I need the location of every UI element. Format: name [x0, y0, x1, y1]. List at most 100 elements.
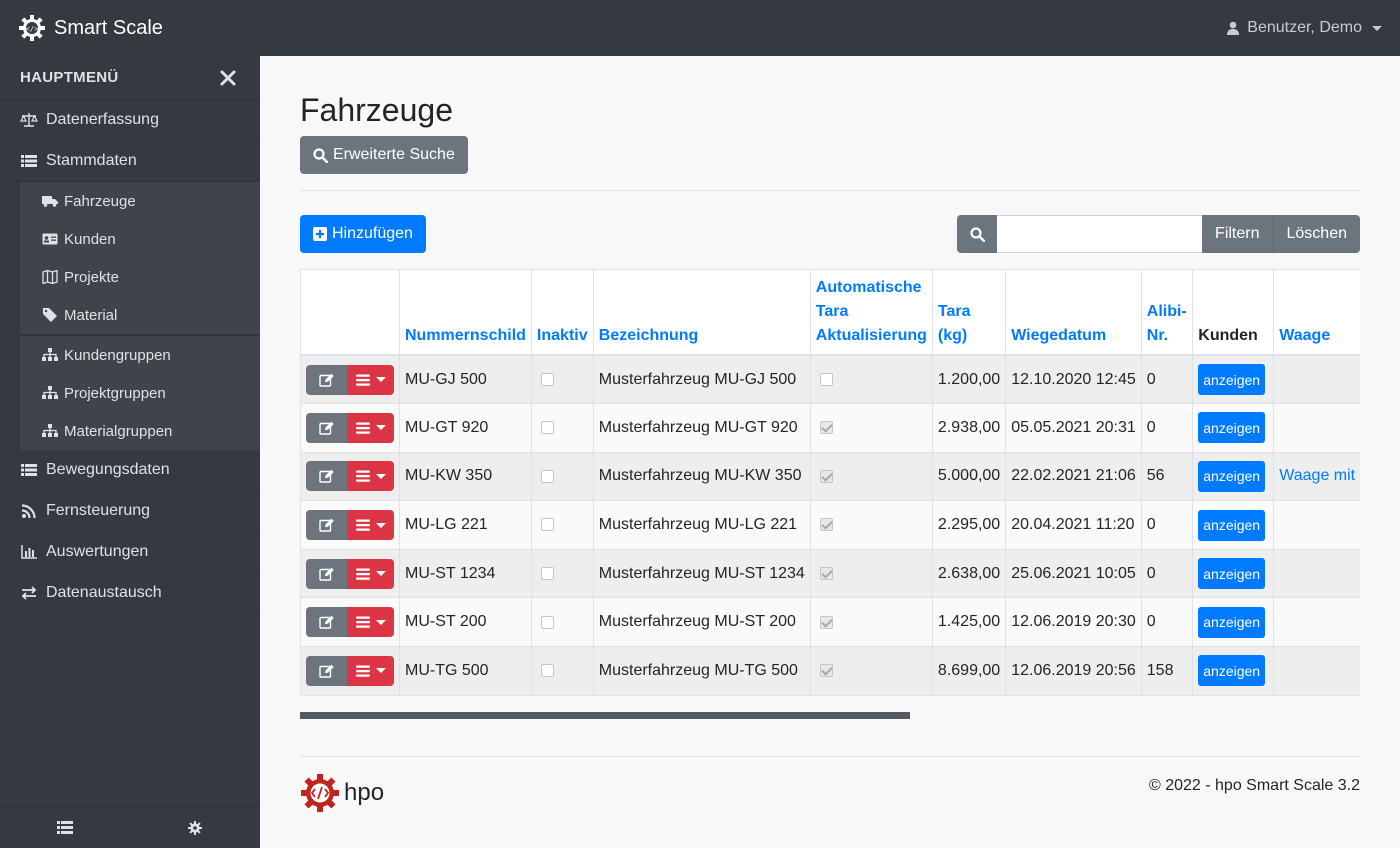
header-auto-tara[interactable]: Automatische Tara Aktualisierung	[809, 269, 933, 356]
clear-button[interactable]: Löschen	[1272, 215, 1360, 253]
bars-icon	[355, 470, 370, 483]
edit-button[interactable]	[306, 461, 347, 492]
map-icon	[42, 270, 58, 284]
header-label: Wiegedatum	[1011, 327, 1107, 344]
user-menu[interactable]: Benutzer, Demo	[1227, 19, 1382, 37]
filter-button[interactable]: Filtern	[1202, 215, 1273, 253]
table-row: MU-GT 920 Musterfahrzeug MU-GT 920 2.938…	[300, 403, 1360, 453]
plate-cell: MU-GJ 500	[399, 354, 532, 405]
edit-button[interactable]	[306, 655, 347, 686]
list-icon	[20, 462, 38, 478]
header-label: Nr.	[1146, 327, 1169, 344]
row-menu-button[interactable]	[347, 558, 394, 589]
tara-cell: 8.699,00	[931, 646, 1007, 696]
scale-link[interactable]: Waage mit Ka	[1279, 467, 1360, 484]
plate-cell: MU-GT 920	[399, 403, 532, 453]
row-menu-button[interactable]	[347, 607, 394, 638]
sidebar-subitem-fahrzeuge[interactable]: Fahrzeuge	[20, 182, 260, 220]
sidebar-subitem-material[interactable]: Material	[20, 296, 260, 334]
header-actions	[300, 269, 400, 356]
advanced-search-button[interactable]: Erweiterte Suche	[300, 136, 468, 174]
customers-cell: anzeigen	[1192, 451, 1275, 502]
chevron-down-icon	[1372, 25, 1382, 31]
name-cell: Musterfahrzeug MU-ST 200	[592, 597, 811, 648]
header-waage[interactable]: Waage	[1273, 269, 1360, 356]
date-cell: 05.05.2021 20:31	[1005, 403, 1142, 453]
sidebar-item-bewegungsdaten[interactable]: Bewegungsdaten	[0, 450, 260, 491]
horizontal-scrollbar[interactable]	[300, 711, 910, 719]
sidebar-item-auswertungen[interactable]: Auswertungen	[0, 532, 260, 573]
show-customers-button[interactable]: anzeigen	[1198, 412, 1266, 444]
sidebar-subitem-projekte[interactable]: Projekte	[20, 258, 260, 296]
show-customers-button[interactable]: anzeigen	[1198, 558, 1266, 590]
actions-cell	[300, 548, 400, 599]
inactive-checkbox	[540, 664, 554, 678]
search-addon	[957, 215, 998, 253]
close-icon[interactable]	[216, 66, 240, 90]
sidebar-item-fernsteuerung[interactable]: Fernsteuerung	[0, 491, 260, 532]
edit-icon	[318, 518, 334, 532]
show-customers-button[interactable]: anzeigen	[1198, 364, 1266, 396]
header-wiegedatum[interactable]: Wiegedatum	[1005, 269, 1142, 356]
show-customers-button[interactable]: anzeigen	[1198, 460, 1266, 492]
sidebar-subitem-projektgruppen[interactable]: Projektgruppen	[20, 374, 260, 412]
table-row: MU-LG 221 Musterfahrzeug MU-LG 221 2.295…	[300, 500, 1360, 550]
header-tara[interactable]: Tara (kg)	[931, 269, 1007, 356]
header-bezeichnung[interactable]: Bezeichnung	[592, 269, 811, 356]
sidebar-subitem-kunden[interactable]: Kunden	[20, 220, 260, 258]
alibi-cell: 0	[1140, 354, 1194, 405]
show-customers-button[interactable]: anzeigen	[1198, 655, 1266, 687]
row-actions	[306, 412, 394, 443]
tara-cell: 1.425,00	[931, 597, 1007, 648]
plate-cell: MU-ST 1234	[399, 548, 532, 599]
chevron-down-icon	[375, 668, 386, 674]
row-menu-button[interactable]	[347, 412, 394, 443]
list-icon	[57, 821, 73, 834]
edit-icon	[318, 567, 334, 581]
edit-button[interactable]	[306, 510, 347, 541]
date-cell: 25.06.2021 10:05	[1005, 548, 1142, 599]
settings-button[interactable]	[130, 807, 260, 848]
search-input[interactable]	[997, 215, 1203, 253]
add-button[interactable]: Hinzufügen	[300, 215, 426, 253]
show-customers-button[interactable]: anzeigen	[1198, 606, 1266, 638]
sidebar-title: HAUPTMENÜ	[20, 69, 119, 86]
auto-tara-cell	[809, 403, 933, 453]
sidebar-item-datenerfassung[interactable]: Datenerfassung	[0, 100, 260, 141]
auto-tara-checkbox	[819, 421, 833, 435]
edit-button[interactable]	[306, 558, 347, 589]
sidebar-subitem-materialgruppen[interactable]: Materialgruppen	[20, 412, 260, 450]
advanced-search-label: Erweiterte Suche	[333, 146, 455, 163]
alibi-cell: 0	[1140, 403, 1194, 453]
show-customers-button[interactable]: anzeigen	[1198, 509, 1266, 541]
sidebar-item-label: Datenerfassung	[46, 111, 159, 128]
inactive-checkbox	[540, 518, 554, 532]
sidebar-subitem-label: Fahrzeuge	[64, 192, 136, 210]
header-alibi[interactable]: Alibi- Nr.	[1140, 269, 1194, 356]
row-menu-button[interactable]	[347, 510, 394, 541]
header-label: Waage	[1279, 327, 1331, 344]
list-view-button[interactable]	[0, 807, 130, 848]
date-cell: 12.06.2019 20:30	[1005, 597, 1142, 648]
brand[interactable]: </> Smart Scale	[18, 14, 163, 42]
row-menu-button[interactable]	[347, 461, 394, 492]
edit-button[interactable]	[306, 607, 347, 638]
edit-button[interactable]	[306, 412, 347, 443]
sidebar-subitem-kundengruppen[interactable]: Kundengruppen	[20, 336, 260, 374]
sidebar-item-label: Fernsteuerung	[46, 502, 151, 519]
inactive-cell	[530, 597, 594, 648]
header-inaktiv[interactable]: Inaktiv	[530, 269, 594, 356]
chevron-down-icon	[375, 425, 386, 431]
sidebar-item-datenaustausch[interactable]: Datenaustausch	[0, 573, 260, 614]
row-menu-button[interactable]	[347, 364, 394, 395]
plate-cell: MU-LG 221	[399, 500, 532, 550]
sidebar-subitem-label: Projektgruppen	[64, 384, 166, 402]
edit-icon	[318, 664, 334, 678]
chevron-down-icon	[375, 522, 386, 528]
row-menu-button[interactable]	[347, 655, 394, 686]
edit-button[interactable]	[306, 364, 347, 395]
auto-tara-checkbox	[819, 372, 833, 386]
sidebar-item-stammdaten[interactable]: Stammdaten	[0, 141, 260, 182]
header-nummernschild[interactable]: Nummernschild	[399, 269, 532, 356]
edit-icon	[318, 470, 334, 484]
